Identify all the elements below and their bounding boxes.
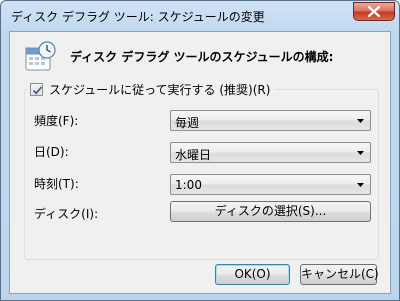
time-select[interactable]: 1:00	[170, 174, 371, 195]
checkmark-icon	[32, 85, 43, 95]
time-label: 時刻(T):	[34, 177, 79, 191]
title-bar[interactable]: ディスク デフラグ ツール: スケジュールの変更	[1, 1, 399, 31]
schedule-dialog: ディスク デフラグ ツール: スケジュールの変更 ディスク デフラグ ツールのス…	[0, 0, 400, 301]
frequency-label: 頻度(F):	[34, 114, 79, 128]
ok-button[interactable]: OK(O)	[215, 264, 290, 285]
select-disks-button[interactable]: ディスクの選択(S)...	[170, 201, 371, 222]
frequency-select[interactable]: 毎週	[170, 110, 371, 131]
window-title: ディスク デフラグ ツール: スケジュールの変更	[11, 10, 265, 24]
calendar-clock-icon	[25, 41, 56, 71]
chevron-down-icon	[357, 151, 364, 155]
time-value: 1:00	[175, 178, 202, 192]
disk-label: ディスク(I):	[34, 207, 99, 221]
chevron-down-icon	[357, 183, 364, 187]
day-label: 日(D):	[34, 145, 69, 159]
schedule-checkbox-row[interactable]: スケジュールに従って実行する (推奨)(R)	[28, 81, 275, 97]
run-on-schedule-label: スケジュールに従って実行する (推奨)(R)	[49, 82, 271, 97]
dialog-body: ディスク デフラグ ツールのスケジュールの構成: スケジュールに従って実行する …	[9, 31, 391, 294]
cancel-button[interactable]: キャンセル(C)	[300, 264, 379, 285]
close-button[interactable]	[353, 2, 395, 21]
page-title: ディスク デフラグ ツールのスケジュールの構成:	[70, 50, 334, 64]
close-icon	[368, 6, 380, 17]
frequency-value: 毎週	[175, 116, 200, 130]
day-select[interactable]: 水曜日	[170, 142, 371, 163]
chevron-down-icon	[357, 119, 364, 123]
day-value: 水曜日	[175, 148, 212, 162]
run-on-schedule-checkbox[interactable]	[30, 82, 43, 96]
